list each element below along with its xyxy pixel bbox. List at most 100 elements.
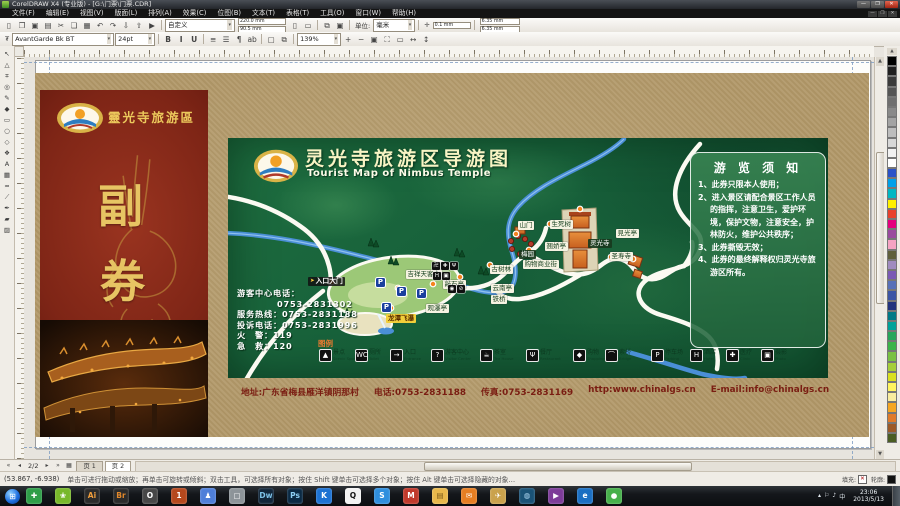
menu-item[interactable]: 文件(F): [12, 9, 35, 18]
page-tab[interactable]: 页 2: [105, 461, 131, 472]
color-swatch[interactable]: [887, 382, 897, 392]
zoom-in-icon[interactable]: +: [342, 34, 354, 45]
portrait-button[interactable]: ▯: [289, 20, 301, 31]
color-swatch[interactable]: [887, 321, 897, 331]
color-swatch[interactable]: [887, 362, 897, 372]
italic-button[interactable]: I: [175, 34, 187, 45]
export-icon[interactable]: ⇧: [133, 20, 145, 31]
start-button[interactable]: ⊞: [5, 489, 20, 504]
zoom-selection-icon[interactable]: ▣: [368, 34, 380, 45]
save-icon[interactable]: ▣: [29, 20, 41, 31]
scroll-down-icon[interactable]: ▼: [876, 450, 884, 459]
basic-shapes-tool[interactable]: ❖: [2, 148, 13, 159]
ie-icon[interactable]: e: [577, 488, 593, 504]
color-swatch[interactable]: [887, 117, 897, 127]
color-swatch[interactable]: [887, 402, 897, 412]
color-swatch[interactable]: [887, 301, 897, 311]
color-swatch[interactable]: [887, 341, 897, 351]
close-button[interactable]: ✕: [885, 1, 898, 8]
eyedropper-tool[interactable]: ⟋: [2, 192, 13, 203]
zoom-all-icon[interactable]: ⛶: [381, 34, 393, 45]
color-swatch[interactable]: [887, 351, 897, 361]
font-combo[interactable]: AvantGarde Bk BT ▾: [12, 33, 114, 46]
tray-icon[interactable]: 中: [839, 492, 845, 501]
color-swatch[interactable]: [887, 76, 897, 86]
menu-item[interactable]: 排列(A): [148, 9, 172, 18]
music-app-icon[interactable]: K: [316, 488, 332, 504]
illustrator-icon[interactable]: Ai: [84, 488, 100, 504]
color-swatch[interactable]: [887, 66, 897, 76]
crop-tool[interactable]: ⌗: [2, 71, 13, 82]
font-size-combo[interactable]: 24pt ▾: [115, 33, 155, 46]
underline-button[interactable]: U: [188, 34, 200, 45]
taskbar-clock[interactable]: 23:06 2013/5/13: [849, 489, 888, 503]
interactive-fill-tool[interactable]: ▨: [2, 225, 13, 236]
tray-icon[interactable]: ▴: [818, 492, 821, 501]
color-swatch[interactable]: [887, 138, 897, 148]
nudge-field[interactable]: 0.1 mm: [433, 22, 471, 29]
duplicate-x-field[interactable]: 6.35 mm: [480, 18, 520, 25]
page-tab[interactable]: 页 1: [76, 461, 102, 472]
guideline[interactable]: [24, 447, 874, 448]
game-icon[interactable]: ♟: [200, 488, 216, 504]
redo-icon[interactable]: ↷: [107, 20, 119, 31]
pick-tool[interactable]: ↖: [2, 49, 13, 60]
color-swatch[interactable]: [887, 280, 897, 290]
single-page-view-icon[interactable]: ▢: [265, 34, 277, 45]
color-swatch[interactable]: [887, 178, 897, 188]
color-swatch[interactable]: [887, 372, 897, 382]
ellipse-tool[interactable]: ○: [2, 126, 13, 137]
globe-app-icon[interactable]: ◍: [519, 488, 535, 504]
show-desktop-button[interactable]: [892, 486, 900, 506]
qq-icon[interactable]: Q: [345, 488, 361, 504]
bridge-icon[interactable]: Br: [113, 488, 129, 504]
dreamweaver-icon[interactable]: Dw: [258, 488, 274, 504]
color-swatch[interactable]: [887, 188, 897, 198]
app-launcher-icon[interactable]: ▶: [146, 20, 158, 31]
color-swatch[interactable]: [887, 260, 897, 270]
color-swatch[interactable]: [887, 392, 897, 402]
color-swatch[interactable]: [887, 331, 897, 341]
landscape-button[interactable]: ▭: [302, 20, 314, 31]
menu-item[interactable]: 帮助(H): [392, 9, 416, 18]
folder-icon[interactable]: ▤: [432, 488, 448, 504]
color-swatch[interactable]: [887, 311, 897, 321]
print-icon[interactable]: ▤: [42, 20, 54, 31]
blend-tool[interactable]: ≈: [2, 181, 13, 192]
color-swatch[interactable]: [887, 219, 897, 229]
paper-preset-combo[interactable]: 自定义 ▾: [165, 19, 235, 32]
facing-pages-view-icon[interactable]: ⧉: [278, 34, 290, 45]
paste-icon[interactable]: ▦: [81, 20, 93, 31]
color-swatch[interactable]: [887, 433, 897, 443]
last-page-button[interactable]: »: [52, 461, 63, 471]
menu-item[interactable]: 窗口(W): [355, 9, 381, 18]
app1-icon[interactable]: 1: [171, 488, 187, 504]
fill-tool[interactable]: ▰: [2, 214, 13, 225]
zoom-level-combo[interactable]: 139% ▾: [297, 33, 341, 46]
horizontal-scroll-thumb[interactable]: [424, 462, 692, 471]
undo-icon[interactable]: ↶: [94, 20, 106, 31]
tray-icon[interactable]: ♪: [832, 492, 836, 501]
zoom-height-icon[interactable]: ↕: [420, 34, 432, 45]
zoom-out-icon[interactable]: −: [355, 34, 367, 45]
polygon-tool[interactable]: ◇: [2, 137, 13, 148]
color-swatch[interactable]: [887, 413, 897, 423]
menu-item[interactable]: 效果(C): [183, 9, 207, 18]
zoom-page-icon[interactable]: ▭: [394, 34, 406, 45]
color-swatch[interactable]: [887, 229, 897, 239]
green-browser-icon[interactable]: ●: [606, 488, 622, 504]
page-width-field[interactable]: 220.0 mm: [238, 18, 286, 25]
edit-text-button[interactable]: ab: [246, 34, 258, 45]
bold-button[interactable]: B: [162, 34, 174, 45]
import-icon[interactable]: ⇩: [120, 20, 132, 31]
scroll-up-icon[interactable]: ▲: [876, 57, 884, 66]
guideline[interactable]: [24, 62, 874, 63]
palette-scroll-up-icon[interactable]: ▲: [887, 48, 897, 55]
color-swatch[interactable]: [887, 239, 897, 249]
new-document-icon[interactable]: ▯: [3, 20, 15, 31]
color-swatch[interactable]: [887, 290, 897, 300]
text-tool[interactable]: A: [2, 159, 13, 170]
menu-item[interactable]: 版面(L): [115, 9, 138, 18]
minimize-button[interactable]: —: [857, 1, 870, 8]
freehand-tool[interactable]: ✎: [2, 93, 13, 104]
